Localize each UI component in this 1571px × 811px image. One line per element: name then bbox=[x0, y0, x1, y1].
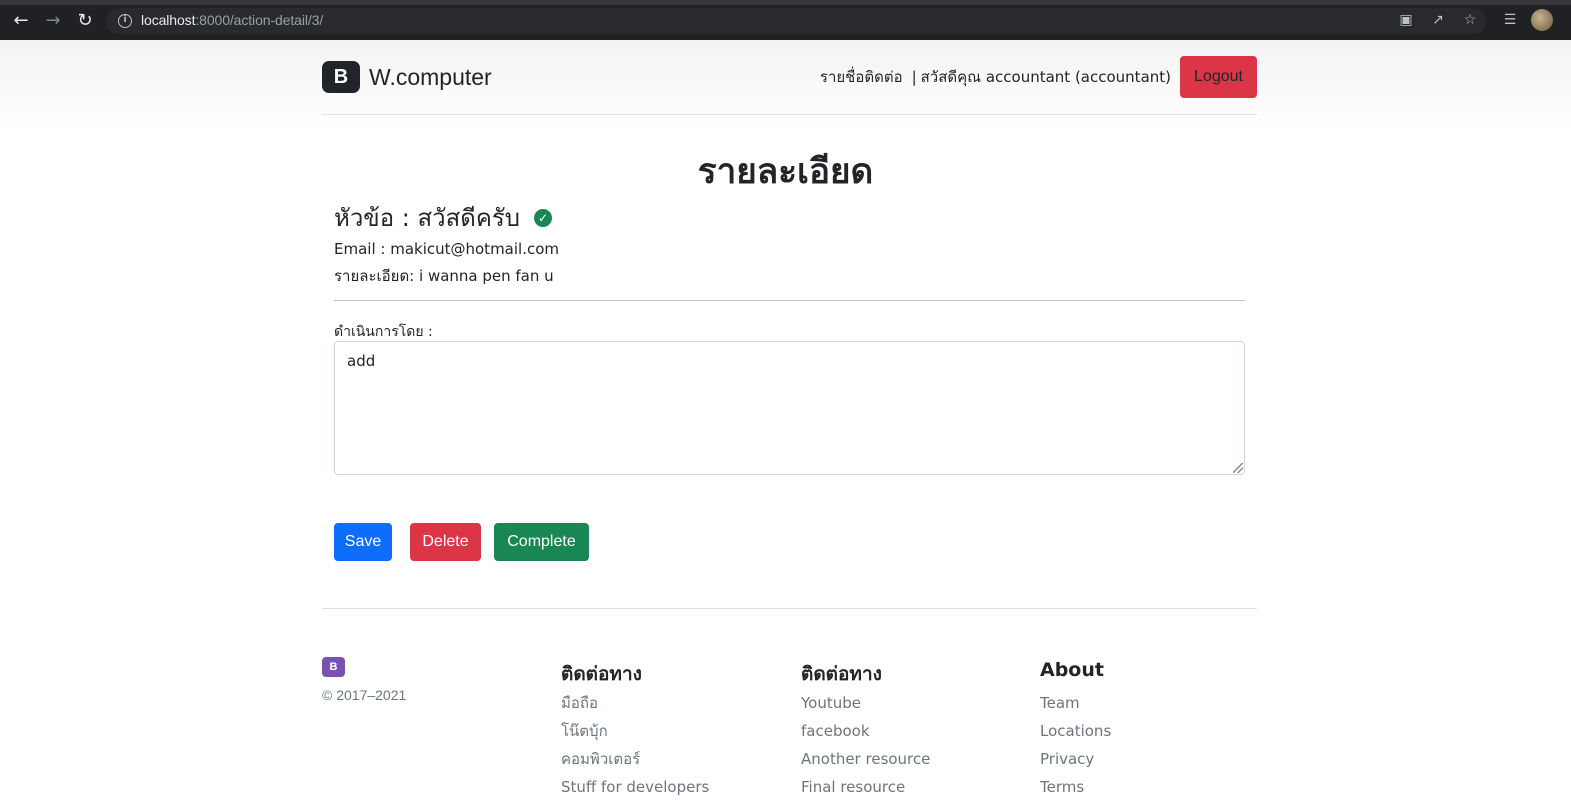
user-greeting: สวัสดีคุณ accountant (accountant) bbox=[920, 68, 1171, 86]
footer-link[interactable]: Youtube bbox=[801, 689, 1021, 717]
page-title: รายละเอียด bbox=[697, 152, 874, 192]
header-divider bbox=[322, 114, 1257, 115]
textarea-resize-handle[interactable] bbox=[1233, 463, 1243, 473]
back-arrow-icon[interactable]: ← bbox=[10, 10, 32, 32]
top-nav: รายชื่อติดต่อ | สวัสดีคุณ accountant (ac… bbox=[820, 56, 1257, 98]
footer-link[interactable]: Privacy bbox=[1040, 745, 1260, 773]
action-by-textarea[interactable]: add bbox=[334, 341, 1245, 475]
translate-icon[interactable]: ▣ bbox=[1397, 11, 1415, 29]
tab-strip bbox=[0, 0, 1571, 5]
nav-link-contacts[interactable]: รายชื่อติดต่อ bbox=[820, 65, 903, 89]
footer-divider bbox=[322, 608, 1257, 609]
footer-link[interactable]: Final resource bbox=[801, 773, 1021, 801]
star-icon[interactable]: ☆ bbox=[1461, 11, 1479, 29]
info-icon[interactable]: i bbox=[118, 14, 132, 28]
nav-separator: | bbox=[911, 68, 917, 86]
check-circle-icon: ✓ bbox=[534, 208, 552, 227]
footer-link[interactable]: facebook bbox=[801, 717, 1021, 745]
share-icon[interactable]: ↗ bbox=[1429, 11, 1447, 29]
footer-column-1: ติดต่อทาง มือถือ โน๊ตบุ้ก คอมพิวเตอร์ St… bbox=[561, 659, 781, 801]
reading-list-icon[interactable]: ☰ bbox=[1501, 11, 1519, 29]
action-buttons: Save Delete Complete bbox=[334, 523, 589, 561]
url-host: localhost bbox=[141, 12, 196, 28]
footer-link[interactable]: Locations bbox=[1040, 717, 1260, 745]
footer-link[interactable]: Stuff for developers bbox=[561, 773, 781, 801]
footer-heading: ติดต่อทาง bbox=[561, 663, 642, 685]
delete-button[interactable]: Delete bbox=[410, 523, 481, 561]
footer-heading: ติดต่อทาง bbox=[801, 663, 882, 685]
footer-heading: About bbox=[1040, 659, 1104, 681]
bootstrap-logo-icon: B bbox=[322, 61, 360, 93]
reload-icon[interactable]: ↻ bbox=[74, 10, 96, 32]
copyright: © 2017–2021 bbox=[322, 687, 407, 703]
email-line: Email : makicut@hotmail.com bbox=[334, 240, 560, 258]
forward-arrow-icon[interactable]: → bbox=[42, 10, 64, 32]
footer-bootstrap-logo-icon: B bbox=[322, 657, 345, 677]
brand[interactable]: B W.computer bbox=[322, 61, 492, 93]
footer-column-3: About Team Locations Privacy Terms bbox=[1040, 659, 1260, 801]
url-text: localhost:8000/action-detail/3/ bbox=[141, 12, 323, 28]
url-path: :8000/action-detail/3/ bbox=[195, 12, 324, 28]
content-divider bbox=[334, 300, 1245, 301]
profile-avatar[interactable] bbox=[1531, 9, 1553, 31]
footer-link[interactable]: คอมพิวเตอร์ bbox=[561, 745, 781, 773]
browser-chrome: ← → ↻ i localhost:8000/action-detail/3/ … bbox=[0, 0, 1571, 40]
subject-text: หัวข้อ : สวัสดีครับ bbox=[334, 204, 520, 232]
footer-link[interactable]: Team bbox=[1040, 689, 1260, 717]
footer-link[interactable]: Another resource bbox=[801, 745, 1021, 773]
complete-button[interactable]: Complete bbox=[494, 523, 589, 561]
save-button[interactable]: Save bbox=[334, 523, 392, 561]
detail-line: รายละเอียด: i wanna pen fan u bbox=[334, 267, 554, 285]
action-by-label: ดำเนินการโดย : bbox=[334, 324, 433, 340]
footer-link[interactable]: มือถือ bbox=[561, 689, 781, 717]
footer-column-2: ติดต่อทาง Youtube facebook Another resou… bbox=[801, 659, 1021, 801]
footer-link[interactable]: Terms bbox=[1040, 773, 1260, 801]
page: B W.computer รายชื่อติดต่อ | สวัสดีคุณ a… bbox=[0, 40, 1571, 811]
brand-name: W.computer bbox=[369, 63, 492, 90]
subject-heading: หัวข้อ : สวัสดีครับ ✓ bbox=[334, 198, 552, 237]
address-bar[interactable]: i localhost:8000/action-detail/3/ bbox=[106, 8, 1486, 34]
header-background bbox=[0, 40, 1571, 130]
footer-link[interactable]: โน๊ตบุ้ก bbox=[561, 717, 781, 745]
logout-button[interactable]: Logout bbox=[1180, 56, 1257, 98]
